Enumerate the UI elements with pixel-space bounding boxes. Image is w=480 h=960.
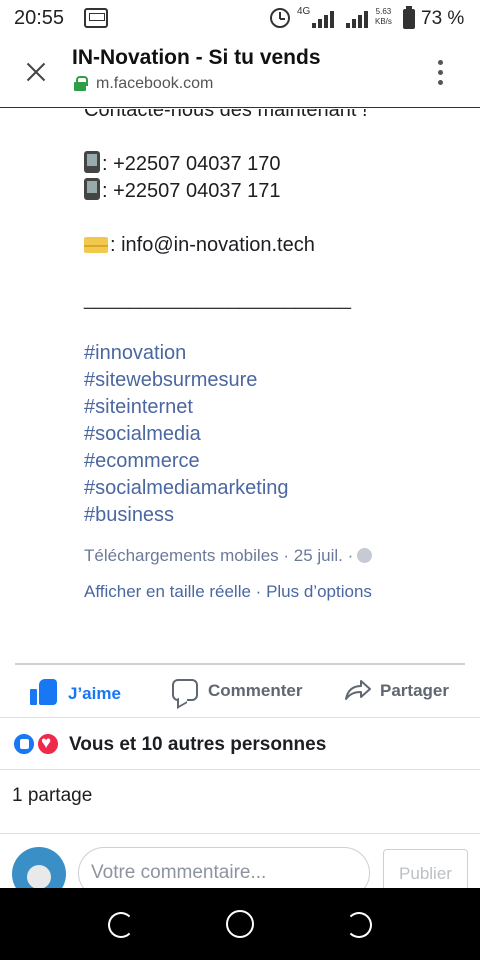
- divider: [0, 769, 480, 770]
- recent-apps-icon[interactable]: [346, 912, 372, 938]
- mail-icon: [84, 237, 108, 253]
- phone-icon: [84, 178, 100, 200]
- hashtag-link[interactable]: #socialmedia: [84, 421, 368, 448]
- blast-icon: [84, 8, 108, 28]
- network-speed: 5.63 KB/s: [375, 7, 392, 27]
- hashtag-link[interactable]: #business: [84, 502, 368, 529]
- comment-input[interactable]: [78, 847, 370, 888]
- love-reaction-icon: [36, 732, 60, 756]
- speed-unit: KB/s: [375, 17, 392, 26]
- network-type: 4G: [297, 6, 311, 17]
- post-meta: Téléchargements mobiles · 25 juil. ·: [84, 546, 373, 566]
- phone-number: : +22507 04037 170: [102, 153, 281, 175]
- hashtag-link[interactable]: #socialmediamarketing: [84, 475, 368, 502]
- hashtag-link[interactable]: #innovation: [84, 340, 368, 367]
- comment-label: Commenter: [208, 681, 303, 700]
- text-divider: ________________________: [84, 288, 351, 310]
- email-address: : info@in-novation.tech: [110, 234, 315, 256]
- phone-icon: [84, 151, 100, 173]
- like-reaction-icon: [12, 732, 36, 756]
- post-text: Contacte-nous dès maintenant ! : +22507 …: [84, 109, 368, 529]
- phone-line: : +22507 04037 170: [84, 151, 368, 178]
- home-icon[interactable]: [226, 910, 254, 938]
- share-icon: [345, 680, 371, 700]
- battery-icon: [403, 6, 415, 29]
- page-url: m.facebook.com: [96, 75, 214, 92]
- globe-icon: [357, 548, 373, 563]
- hashtag-link[interactable]: #sitewebsurmesure: [84, 367, 368, 394]
- avatar: [12, 847, 66, 888]
- link-separator: ·: [250, 582, 267, 601]
- share-label: Partager: [380, 681, 449, 700]
- browser-header: IN-Novation - Si tu vends m.facebook.com: [0, 38, 480, 108]
- hashtag-link[interactable]: #ecommerce: [84, 448, 368, 475]
- page-title: IN-Novation - Si tu vends: [72, 46, 321, 69]
- like-label: J’aime: [68, 684, 121, 703]
- shares-count[interactable]: 1 partage: [12, 785, 92, 807]
- like-icon: [30, 679, 58, 705]
- lock-icon: [74, 76, 88, 91]
- hashtag-link[interactable]: #siteinternet: [84, 394, 368, 421]
- like-button[interactable]: J’aime: [30, 679, 121, 705]
- post-content: Contacte-nous dès maintenant ! : +22507 …: [0, 109, 480, 888]
- status-bar: 20:55 4G 5.63 KB/s 73 %: [0, 0, 480, 38]
- photo-links: Afficher en taille réelle · Plus d’optio…: [84, 582, 372, 602]
- publish-button[interactable]: Publier: [383, 849, 468, 888]
- status-time: 20:55: [14, 7, 65, 29]
- phone-line: : +22507 04037 171: [84, 178, 368, 205]
- post-meta-text: Téléchargements mobiles · 25 juil. ·: [84, 546, 354, 565]
- menu-icon[interactable]: [438, 60, 444, 86]
- close-icon[interactable]: [24, 60, 48, 84]
- reactions-text: Vous et 10 autres personnes: [69, 734, 327, 755]
- divider: [0, 717, 480, 718]
- alarm-icon: [270, 8, 290, 28]
- action-bar: J’aime Commenter Partager: [0, 665, 480, 717]
- phone-number: : +22507 04037 171: [102, 180, 281, 202]
- divider: [0, 833, 480, 834]
- signal-icon: [312, 10, 336, 28]
- contact-line: Contacte-nous dès maintenant !: [84, 109, 368, 121]
- battery-level: 73 %: [421, 8, 465, 29]
- email-line: : info@in-novation.tech: [84, 232, 368, 259]
- back-icon[interactable]: [108, 912, 134, 938]
- comment-icon: [172, 679, 198, 701]
- comment-button[interactable]: Commenter: [172, 679, 302, 701]
- share-button[interactable]: Partager: [344, 679, 449, 701]
- full-size-link[interactable]: Afficher en taille réelle: [84, 582, 251, 601]
- signal-icon: [346, 10, 370, 28]
- navigation-bar: [0, 888, 480, 960]
- more-options-link[interactable]: Plus d’options: [266, 582, 372, 601]
- speed-value: 5.63: [375, 7, 392, 16]
